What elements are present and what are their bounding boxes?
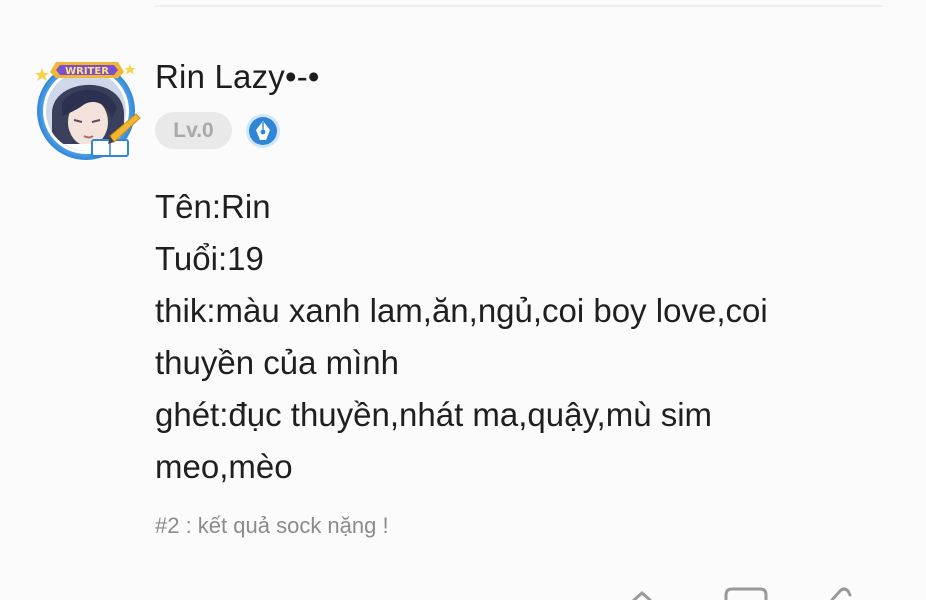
post-tag[interactable]: #2 : kết quả sock nặng ! bbox=[155, 513, 389, 539]
post-body: Tên:Rin Tuổi:19 thik:màu xanh lam,ăn,ngủ… bbox=[155, 181, 855, 493]
level-badge: Lv.0 bbox=[155, 112, 232, 149]
comment-icon[interactable] bbox=[724, 587, 768, 600]
action-bar bbox=[620, 585, 880, 600]
post-line: Tuổi:19 bbox=[155, 240, 264, 277]
like-icon[interactable] bbox=[830, 587, 852, 600]
post-line: Tên:Rin bbox=[155, 188, 271, 225]
divider bbox=[155, 5, 883, 7]
post-card: WRITER Rin Lazy•-• Lv.0 Tên:Rin Tuổi:19 … bbox=[0, 0, 926, 600]
post-line: ghét:đục thuyền,nhát ma,quậy,mù sim meo,… bbox=[155, 396, 713, 485]
avatar[interactable]: WRITER bbox=[32, 58, 144, 162]
pen-nib-icon bbox=[245, 113, 281, 149]
avatar-frame-label: WRITER bbox=[65, 66, 109, 77]
share-icon[interactable] bbox=[632, 591, 652, 600]
post-line: thik:màu xanh lam,ăn,ngủ,coi boy love,co… bbox=[155, 292, 768, 381]
author-name[interactable]: Rin Lazy•-• bbox=[155, 58, 320, 96]
